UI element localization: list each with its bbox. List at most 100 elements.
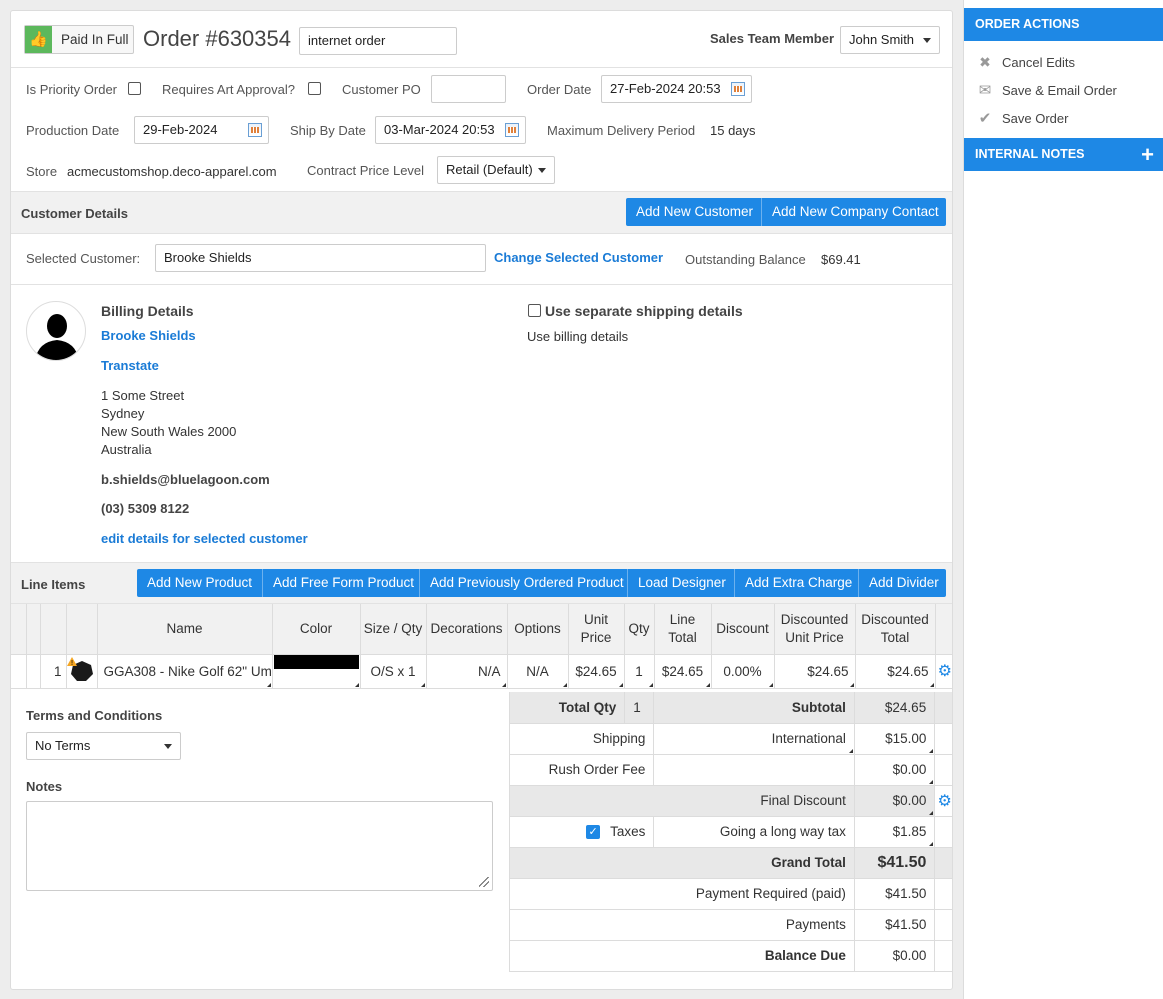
total-qty-value: 1 <box>624 692 655 724</box>
resize-handle-icon[interactable] <box>479 877 489 887</box>
save-email-action[interactable]: ✉ Save & Email Order <box>976 81 1117 99</box>
rush-fee-value[interactable]: $0.00 <box>854 754 936 786</box>
col-line-total[interactable]: Line Total <box>654 604 712 655</box>
store-label: Store <box>26 164 58 179</box>
table-row[interactable]: 1 ! GGA308 - Nike Golf 62" Umbrella O/S … <box>11 654 952 689</box>
customer-details-header: Customer Details Add New Customer Add Ne… <box>11 191 952 234</box>
final-discount-label: Final Discount <box>509 785 855 817</box>
add-divider-button[interactable]: Add Divider <box>858 569 946 597</box>
address-line-2: Sydney <box>101 406 145 421</box>
add-extra-charge-button[interactable]: Add Extra Charge <box>734 569 858 597</box>
drag-handle[interactable] <box>11 654 27 689</box>
qty-cell[interactable]: 1 <box>624 654 655 689</box>
chevron-down-icon <box>164 744 172 749</box>
save-email-label: Save & Email Order <box>1002 83 1117 98</box>
shipping-value[interactable]: $15.00 <box>854 723 936 755</box>
col-qty[interactable]: Qty <box>624 604 655 655</box>
customer-phone: (03) 5309 8122 <box>101 501 190 516</box>
payment-required-label: Payment Required (paid) <box>509 878 855 910</box>
priority-checkbox[interactable] <box>128 82 141 95</box>
col-discounted-total[interactable]: Discounted Total <box>855 604 936 655</box>
order-date-input[interactable]: 27-Feb-2024 20:53 <box>601 75 752 103</box>
cancel-edits-label: Cancel Edits <box>1002 55 1075 70</box>
ship-by-label: Ship By Date <box>290 123 366 138</box>
shipping-method[interactable]: International <box>653 723 855 755</box>
store-value: acmecustomshop.deco-apparel.com <box>67 164 277 179</box>
col-decorations[interactable]: Decorations <box>426 604 508 655</box>
order-date-label: Order Date <box>527 82 592 97</box>
ship-by-input[interactable]: 03-Mar-2024 20:53 <box>375 116 526 144</box>
add-new-product-button[interactable]: Add New Product <box>137 569 262 597</box>
product-thumbnail[interactable]: ! <box>66 654 98 689</box>
size-qty-cell[interactable]: O/S x 1 <box>360 654 427 689</box>
add-company-contact-button[interactable]: Add New Company Contact <box>761 198 946 226</box>
col-options[interactable]: Options <box>507 604 569 655</box>
separate-shipping-checkbox[interactable] <box>528 304 541 317</box>
col-unit-price[interactable]: Unit Price <box>568 604 625 655</box>
gear-icon[interactable]: ⚙ <box>934 785 952 817</box>
production-date-input[interactable]: 29-Feb-2024 <box>134 116 269 144</box>
load-designer-button[interactable]: Load Designer <box>627 569 734 597</box>
payments-row: Payments $41.50 <box>509 909 952 941</box>
taxes-row: ✓ Taxes Going a long way tax $1.85 <box>509 816 952 848</box>
add-new-customer-button[interactable]: Add New Customer <box>626 198 761 226</box>
billing-details-title: Billing Details <box>101 303 194 319</box>
final-discount-value[interactable]: $0.00 <box>854 785 936 817</box>
terms-label: Terms and Conditions <box>26 708 163 723</box>
notes-textarea[interactable] <box>26 801 493 891</box>
cancel-edits-action[interactable]: ✖ Cancel Edits <box>976 54 1075 71</box>
paid-badge[interactable]: 👍 Paid In Full <box>24 25 134 54</box>
change-customer-link[interactable]: Change Selected Customer <box>494 250 663 265</box>
price-level-select[interactable]: Retail (Default) <box>437 156 555 184</box>
order-form: 👍 Paid In Full Order #630354 internet or… <box>10 10 953 990</box>
tax-value[interactable]: $1.85 <box>854 816 936 848</box>
art-approval-checkbox[interactable] <box>308 82 321 95</box>
plus-icon[interactable]: + <box>1141 138 1154 171</box>
calendar-icon[interactable] <box>505 123 519 137</box>
grand-total-label: Grand Total <box>509 847 855 879</box>
line-total-cell[interactable]: $24.65 <box>654 654 712 689</box>
discounted-unit-price-cell[interactable]: $24.65 <box>774 654 856 689</box>
address-line-3: New South Wales 2000 <box>101 424 237 439</box>
selected-customer-input[interactable]: Brooke Shields <box>155 244 486 272</box>
customer-po-input[interactable] <box>431 75 506 103</box>
gear-icon[interactable]: ⚙ <box>935 654 952 689</box>
options-cell[interactable]: N/A <box>507 654 569 689</box>
rush-fee-row: Rush Order Fee $0.00 <box>509 754 952 786</box>
customer-details-title: Customer Details <box>21 206 128 221</box>
order-name-input[interactable]: internet order <box>299 27 457 55</box>
col-color[interactable]: Color <box>272 604 361 655</box>
company-link[interactable]: Transtate <box>101 358 159 373</box>
customer-po-label: Customer PO <box>342 82 421 97</box>
col-discount[interactable]: Discount <box>711 604 775 655</box>
taxes-checkbox[interactable]: ✓ <box>586 825 601 840</box>
balance-due-row: Balance Due $0.00 <box>509 940 952 972</box>
terms-select[interactable]: No Terms <box>26 732 181 760</box>
sales-team-select[interactable]: John Smith <box>840 26 940 54</box>
product-name-cell[interactable]: GGA308 - Nike Golf 62" Umbrella <box>97 654 273 689</box>
col-name[interactable]: Name <box>97 604 273 655</box>
edit-customer-link[interactable]: edit details for selected customer <box>101 531 308 546</box>
save-order-action[interactable]: ✔ Save Order <box>976 109 1069 127</box>
check-icon: ✔ <box>978 110 992 127</box>
add-free-form-product-button[interactable]: Add Free Form Product <box>262 569 419 597</box>
shipping-sub-label: Use billing details <box>527 329 629 344</box>
discount-cell[interactable]: 0.00% <box>711 654 775 689</box>
col-discounted-unit-price[interactable]: Discounted Unit Price <box>774 604 856 655</box>
decorations-cell[interactable]: N/A <box>426 654 508 689</box>
col-size-qty[interactable]: Size / Qty <box>360 604 427 655</box>
unit-price-cell[interactable]: $24.65 <box>568 654 625 689</box>
internal-notes-header[interactable]: INTERNAL NOTES + <box>964 138 1163 171</box>
calendar-icon[interactable] <box>248 123 262 137</box>
customer-name-link[interactable]: Brooke Shields <box>101 328 196 343</box>
order-date-value: 27-Feb-2024 20:53 <box>610 81 721 96</box>
order-actions-header: ORDER ACTIONS <box>964 8 1163 41</box>
subtotal-label: Subtotal <box>653 692 855 724</box>
color-cell[interactable] <box>272 654 361 689</box>
discounted-total-cell[interactable]: $24.65 <box>855 654 936 689</box>
production-date-value: 29-Feb-2024 <box>143 122 218 137</box>
max-delivery-label: Maximum Delivery Period <box>547 123 696 138</box>
add-previously-ordered-button[interactable]: Add Previously Ordered Product <box>419 569 627 597</box>
order-title: Order #630354 <box>143 26 291 51</box>
calendar-icon[interactable] <box>731 82 745 96</box>
